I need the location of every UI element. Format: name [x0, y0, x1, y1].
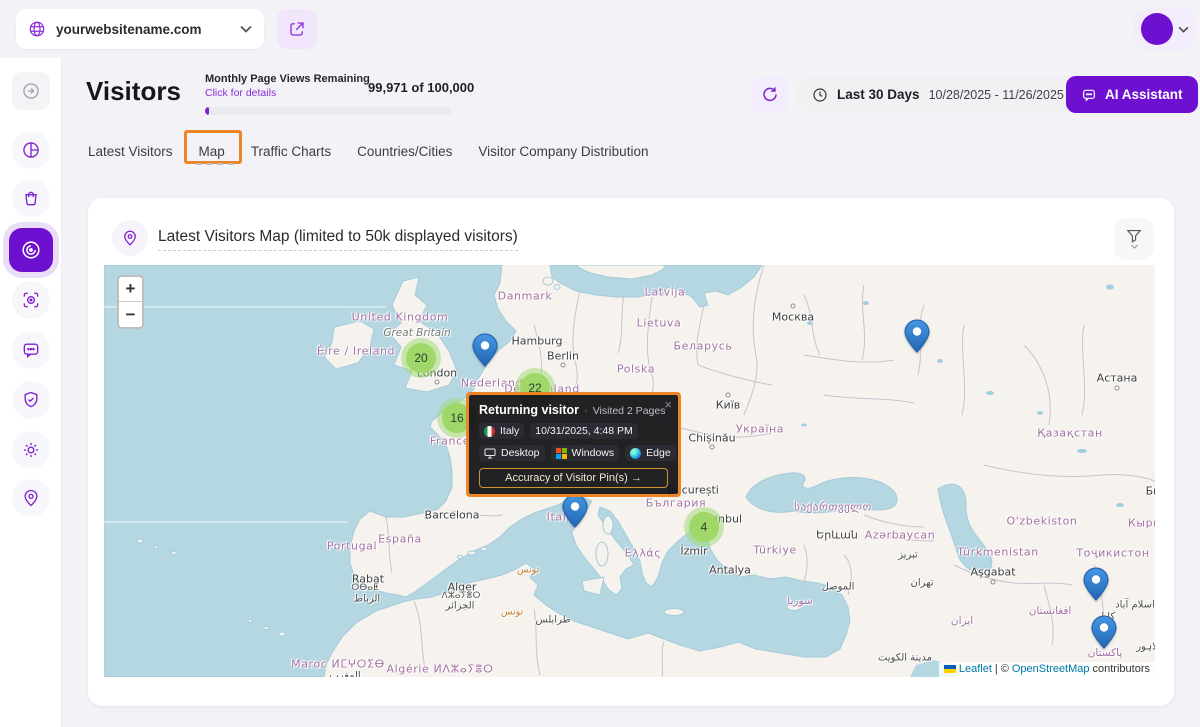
tab-visitor-company-distribution[interactable]: Visitor Company Distribution: [478, 144, 648, 159]
date-range-picker[interactable]: Last 30 Days 10/28/2025 - 11/26/2025: [796, 76, 1099, 113]
active-tab-underline: [196, 163, 234, 165]
zoom-out-button[interactable]: −: [119, 302, 142, 327]
city-dot-icon: [561, 363, 566, 368]
visitors-radar-icon: [20, 239, 42, 261]
tab-latest-visitors[interactable]: Latest Visitors: [88, 144, 173, 159]
tooltip-title: Returning visitor: [479, 403, 579, 417]
external-link-icon: [288, 20, 306, 38]
cluster-marker[interactable]: 20: [401, 338, 441, 378]
sidebar-item-dashboard[interactable]: [12, 131, 50, 169]
city-dot-icon: [791, 304, 796, 309]
tooltip-datetime-chip: 10/31/2025, 4:48 PM: [530, 423, 638, 439]
chat-icon: [21, 340, 41, 360]
sidebar-item-settings[interactable]: [12, 431, 50, 469]
page-title: Visitors: [86, 76, 181, 107]
funnel-icon: [1126, 229, 1142, 243]
sidebar-item-store[interactable]: [12, 179, 50, 217]
chevron-down-icon: [1130, 244, 1139, 249]
city-dot-icon: [991, 580, 996, 585]
accuracy-of-visitor-pins-button[interactable]: Accuracy of Visitor Pin(s) →: [479, 468, 668, 488]
city-dot-icon: [710, 445, 715, 450]
tooltip-browser-chip: Edge: [625, 445, 676, 461]
map-attribution: Leaflet | © OpenStreetMap contributors: [939, 662, 1155, 677]
pageviews-progress: [205, 107, 451, 115]
top-bar: yourwebsitename.com: [0, 0, 1200, 58]
visitor-pin[interactable]: [904, 319, 930, 353]
refresh-button[interactable]: [752, 77, 788, 113]
windows-icon: [556, 448, 567, 459]
close-icon[interactable]: ×: [664, 397, 672, 412]
sidebar-item-location[interactable]: [12, 479, 50, 517]
italy-flag-icon: [484, 426, 495, 437]
tooltip-os-chip: Windows: [551, 445, 620, 461]
zoom-in-button[interactable]: +: [119, 277, 142, 302]
pie-chart-icon: [21, 140, 41, 160]
annotation-box-map-tab: [184, 130, 242, 164]
clock-icon: [812, 87, 828, 103]
website-selector[interactable]: yourwebsitename.com: [16, 9, 264, 49]
sidebar-item-security[interactable]: [12, 381, 50, 419]
desktop-icon: [484, 448, 496, 459]
tooltip-country-chip: Italy: [479, 423, 524, 439]
pageviews-widget: Monthly Page Views Remaining Click for d…: [205, 73, 451, 99]
website-name: yourwebsitename.com: [56, 22, 230, 37]
map-pin-icon: [21, 488, 41, 508]
chevron-down-icon: [240, 25, 252, 33]
tooltip-separator: ·: [584, 405, 588, 417]
sidebar-item-feedback[interactable]: [12, 331, 50, 369]
map-zoom-control: + −: [117, 275, 144, 329]
cluster-marker[interactable]: 4: [684, 507, 724, 547]
sidebar-item-recordings[interactable]: [12, 281, 50, 319]
refresh-icon: [761, 86, 779, 104]
tooltip-pages-visited: Visited 2 Pages: [593, 405, 666, 417]
gear-icon: [21, 440, 41, 460]
sidebar-collapse-button[interactable]: [12, 72, 50, 110]
visitor-pin[interactable]: [1083, 567, 1109, 601]
shield-check-icon: [21, 390, 41, 410]
scan-icon: [21, 290, 41, 310]
open-website-button[interactable]: [277, 9, 317, 49]
edge-icon: [630, 448, 641, 459]
collapse-icon: [21, 81, 41, 101]
shopping-bag-icon: [21, 188, 41, 208]
tooltip-device-chip: Desktop: [479, 445, 545, 461]
ai-assistant-button[interactable]: AI Assistant: [1066, 76, 1198, 113]
chat-icon: [1081, 87, 1097, 103]
tabs-row: Latest Visitors Map Traffic Charts Countrie…: [88, 144, 648, 159]
pageviews-progress-fill: [205, 107, 209, 115]
period-label: Last 30 Days: [837, 87, 920, 102]
city-dot-icon: [1115, 386, 1120, 391]
city-dot-icon: [726, 393, 731, 398]
map-card: Latest Visitors Map (limited to 50k disp…: [88, 198, 1174, 706]
visitor-pin[interactable]: [1091, 615, 1117, 649]
map-card-title: Latest Visitors Map (limited to 50k disp…: [158, 228, 518, 251]
map-filter-button[interactable]: [1114, 218, 1154, 260]
sidebar-item-visitors[interactable]: [9, 228, 53, 272]
tab-traffic-charts[interactable]: Traffic Charts: [251, 144, 331, 159]
ukraine-flag-icon: [944, 665, 956, 673]
tab-map[interactable]: Map: [199, 144, 225, 159]
globe-icon: [28, 20, 46, 38]
leaflet-link[interactable]: Leaflet: [959, 663, 992, 675]
sidebar: [0, 58, 62, 727]
visitor-tooltip: Returning visitor · Visited 2 Pages × It…: [469, 395, 678, 494]
visitor-pin[interactable]: [562, 494, 588, 528]
ai-assistant-label: AI Assistant: [1105, 87, 1183, 102]
pageviews-value: 99,971 of 100,000: [368, 80, 474, 95]
city-dot-icon: [435, 380, 440, 385]
avatar: [1141, 13, 1173, 45]
visitor-tooltip-annotation: Returning visitor · Visited 2 Pages × It…: [466, 392, 681, 497]
map-canvas[interactable]: United KingdomGreat BritainÉire / Irelan…: [104, 265, 1155, 677]
visitor-pin[interactable]: [472, 333, 498, 367]
account-menu[interactable]: [1134, 8, 1196, 50]
chevron-down-icon: [1178, 26, 1189, 33]
openstreetmap-link[interactable]: OpenStreetMap: [1012, 663, 1090, 675]
tab-countries-cities[interactable]: Countries/Cities: [357, 144, 452, 159]
date-range-value: 10/28/2025 - 11/26/2025: [929, 88, 1064, 102]
map-pin-badge: [112, 220, 148, 256]
